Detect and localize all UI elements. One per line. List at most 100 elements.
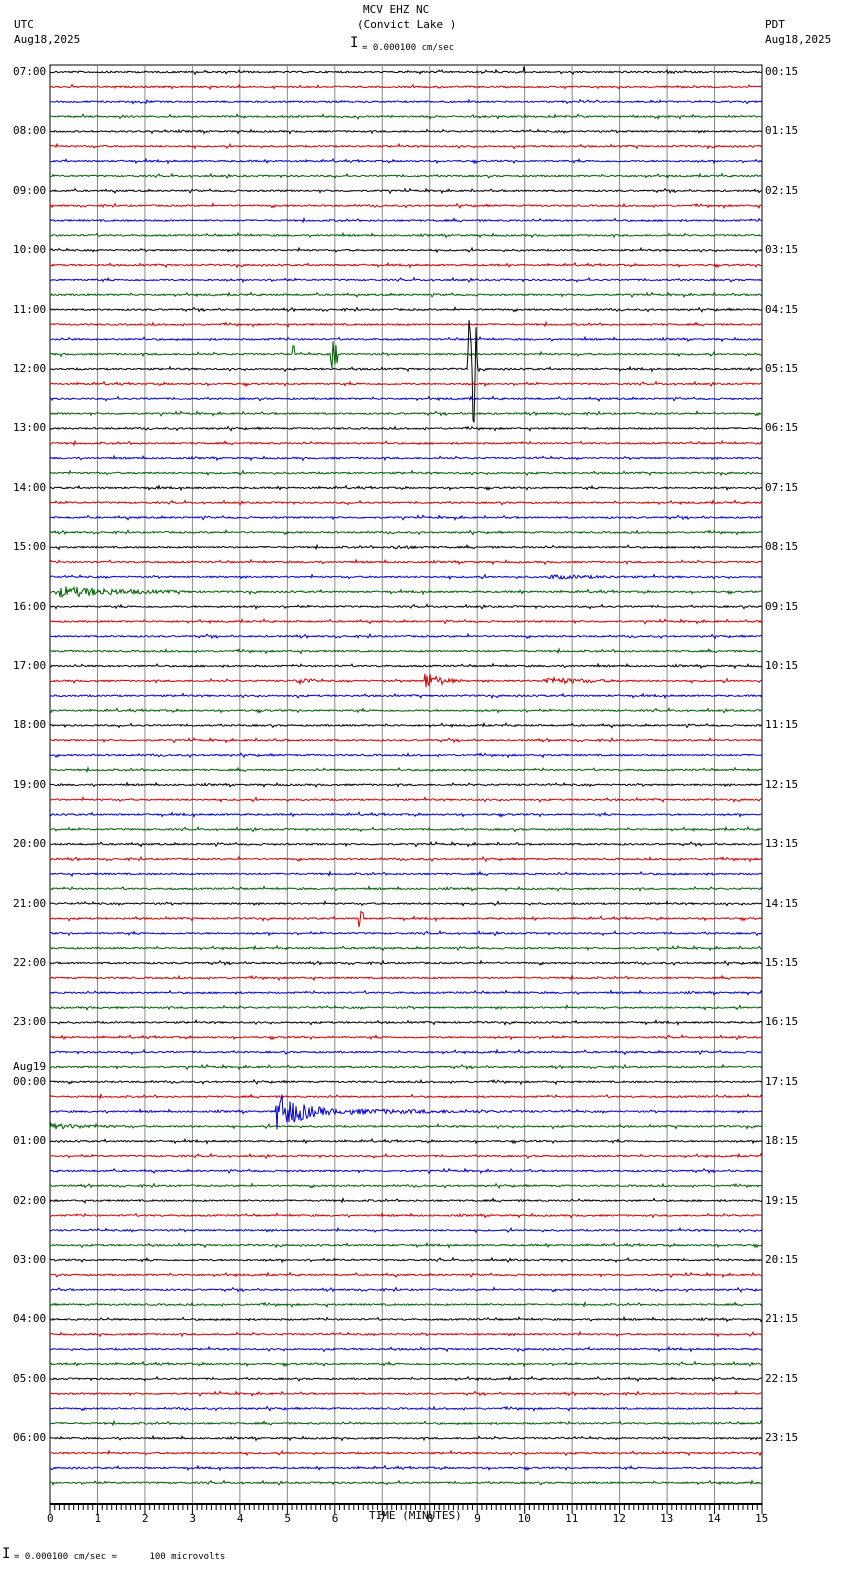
utc-hour-label: 12:00: [13, 362, 47, 375]
seismic-trace: [49, 1449, 763, 1457]
utc-hour-label: 03:00: [13, 1253, 47, 1266]
pdt-hour-label: 01:15: [765, 124, 799, 138]
seismic-trace: [49, 1018, 763, 1026]
seismic-trace: [49, 603, 763, 610]
seismic-trace: [49, 1078, 763, 1086]
seismic-trace: [49, 662, 763, 670]
seismic-trace: [49, 514, 763, 521]
seismic-trace: [49, 1405, 763, 1412]
seismic-trace: [49, 341, 762, 369]
utc-hour-label: 18:00: [13, 718, 47, 732]
utc-hour-label: 07:00: [13, 65, 47, 78]
pdt-hour-label: 04:15: [765, 302, 799, 316]
utc-hour-label: 06:00: [13, 1431, 47, 1445]
seismic-trace: [49, 335, 762, 343]
x-tick-label: 9: [474, 1512, 481, 1525]
seismic-trace: [49, 825, 763, 833]
seismic-trace: [49, 1196, 763, 1204]
seismic-trace: [49, 1182, 763, 1189]
x-tick-label: 11: [565, 1512, 579, 1525]
x-tick-label: 12: [612, 1512, 626, 1525]
seismic-trace: [49, 66, 763, 76]
seismic-trace: [49, 395, 763, 402]
seismic-trace: [49, 306, 763, 313]
seismic-trace: [49, 157, 763, 165]
utc-hour-label: 20:00: [13, 837, 47, 851]
seismic-trace: [49, 484, 763, 492]
seismic-trace: [49, 231, 763, 239]
pdt-hour-label: 22:15: [765, 1371, 799, 1385]
seismic-trace: [49, 781, 763, 789]
pdt-hour-label: 19:15: [765, 1193, 799, 1207]
seismic-trace: [49, 454, 763, 462]
seismic-trace: [49, 1033, 763, 1041]
seismic-trace: [49, 1092, 763, 1100]
seismic-trace: [49, 1390, 763, 1398]
seismic-trace: [49, 944, 763, 952]
seismic-trace: [49, 246, 763, 254]
utc-hour-label: 02:00: [13, 1193, 47, 1207]
x-tick-label: 13: [660, 1512, 674, 1525]
seismic-trace: [49, 1063, 763, 1071]
x-tick-label: 6: [331, 1512, 339, 1525]
pdt-hour-label: 09:15: [765, 599, 799, 613]
x-tick-label: 0: [47, 1512, 54, 1525]
seismic-trace: [49, 142, 763, 150]
pdt-hour-label: 02:15: [765, 183, 799, 197]
seismic-trace: [49, 721, 763, 729]
seismic-trace: [49, 736, 763, 744]
seismic-trace: [49, 1241, 763, 1249]
utc-hour-label: 01:00: [13, 1134, 47, 1148]
seismic-trace: [49, 319, 763, 423]
seismic-trace: [49, 585, 763, 598]
seismic-trace: [49, 974, 763, 982]
seismic-trace: [49, 870, 763, 878]
utc-hour-label: 08:00: [13, 124, 47, 138]
utc-hour-label: 17:00: [13, 659, 47, 672]
seismic-trace: [49, 202, 763, 210]
utc-hour-label: 13:00: [13, 421, 47, 435]
seismic-trace: [49, 885, 763, 893]
pdt-hour-label: 15:15: [765, 956, 799, 969]
seismic-trace: [49, 929, 763, 937]
seismic-trace: [49, 216, 763, 224]
pdt-hour-label: 23:15: [765, 1431, 799, 1445]
utc-hour-label: 10:00: [13, 243, 47, 257]
seismic-trace: [49, 752, 763, 759]
seismic-trace: [49, 1315, 763, 1323]
seismic-trace: [49, 543, 762, 551]
x-tick-label: 3: [189, 1512, 197, 1525]
seismic-trace: [49, 617, 763, 625]
seismic-trace: [49, 692, 763, 700]
pdt-hour-label: 05:15: [765, 362, 799, 375]
seismic-trace: [49, 98, 763, 105]
utc-hour-label: 00:00: [13, 1074, 47, 1088]
pdt-hour-label: 03:15: [765, 243, 799, 257]
pdt-hour-label: 18:15: [765, 1134, 799, 1148]
seismic-trace: [49, 1271, 763, 1279]
seismic-trace: [49, 1464, 763, 1472]
seismic-trace: [49, 959, 763, 967]
seismic-trace: [49, 1360, 763, 1368]
utc-hour-label: 09:00: [13, 183, 47, 197]
utc-hour-label: 04:00: [13, 1312, 47, 1326]
seismic-trace: [49, 558, 763, 566]
x-tick-label: 7: [379, 1512, 386, 1525]
pdt-hour-label: 06:15: [765, 421, 799, 435]
seismic-trace: [49, 796, 763, 804]
pdt-hour-label: 08:15: [765, 540, 799, 554]
pdt-hour-label: 12:15: [765, 777, 799, 791]
utc-hour-label: 15:00: [13, 540, 47, 554]
seismic-trace: [49, 910, 763, 928]
utc-hour-label: 05:00: [13, 1371, 47, 1385]
seismic-trace: [49, 811, 763, 819]
date-change-label: Aug19: [13, 1059, 47, 1073]
pdt-hour-label: 07:15: [765, 480, 799, 494]
x-tick-label: 5: [284, 1512, 291, 1525]
pdt-hour-label: 21:15: [765, 1312, 799, 1326]
seismic-trace: [49, 276, 763, 284]
utc-hour-label: 14:00: [13, 480, 47, 494]
seismic-trace: [49, 1094, 763, 1130]
seismic-trace: [49, 989, 763, 996]
pdt-hour-label: 16:15: [765, 1015, 799, 1029]
